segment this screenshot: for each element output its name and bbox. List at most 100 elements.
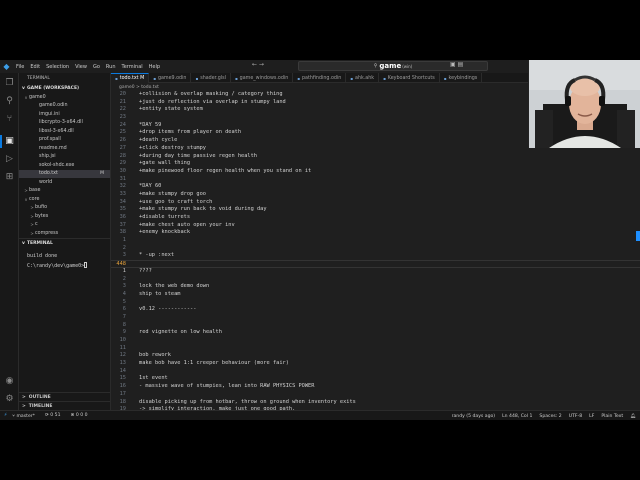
extensions-icon[interactable]: ⊞ <box>3 171 16 184</box>
menu-item-run[interactable]: Run <box>103 64 119 70</box>
layout-controls[interactable]: ▣ ▤ <box>450 61 463 68</box>
code-line[interactable]: 36 +disable turrets <box>111 214 640 222</box>
encoding[interactable]: UTF-8 <box>569 414 582 419</box>
editor-tab[interactable]: ▪ shader.glsl <box>191 73 231 83</box>
account-icon[interactable]: ◉ <box>3 375 16 388</box>
git-blame[interactable]: randy (5 days ago) <box>452 414 496 419</box>
menu-item-terminal[interactable]: Terminal <box>119 64 146 70</box>
tree-item[interactable]: imgui.ini <box>19 110 110 119</box>
editor-tab[interactable]: ▪ game_windows.odin <box>231 73 294 83</box>
tree-item[interactable]: > compress <box>19 229 110 238</box>
menu-item-file[interactable]: File <box>13 64 27 70</box>
editor-tab[interactable]: ▪ pathfinding.odin <box>293 73 347 83</box>
menu-item-view[interactable]: View <box>72 64 90 70</box>
menu-item-selection[interactable]: Selection <box>43 64 72 70</box>
outline-section[interactable]: > OUTLINE <box>19 392 110 401</box>
run-debug-icon[interactable]: ▷ <box>3 153 16 166</box>
code-line[interactable]: 448 <box>111 260 640 268</box>
nav-arrows[interactable]: ← → <box>252 61 264 68</box>
tree-item[interactable]: > bufio <box>19 204 110 213</box>
editor-tab[interactable]: ▪ game9.odin <box>149 73 192 83</box>
code-line[interactable]: 1 <box>111 237 640 245</box>
menu-item-help[interactable]: Help <box>146 64 163 70</box>
code-line[interactable]: 34 +use goo to craft torch <box>111 199 640 207</box>
tree-item[interactable]: > base <box>19 187 110 196</box>
tree-item[interactable]: todo.txt M <box>19 169 110 178</box>
editor-tab[interactable]: ▪ todo.txt M <box>111 73 150 83</box>
terminal-panel-header[interactable]: v TERMINAL <box>19 239 110 248</box>
code-line[interactable]: 16 - massive wave of stumpies, lean into … <box>111 383 640 391</box>
code-line[interactable]: 13 make bob have 1:1 creeper behaviour (m… <box>111 360 640 368</box>
tree-item-label: readme.md <box>39 145 67 151</box>
terminal-prompt[interactable]: C:\randy\dev\game0> <box>27 261 102 271</box>
code-line[interactable]: 6 v0.12 ------------ <box>111 306 640 314</box>
explorer-icon[interactable]: ❐ <box>3 77 16 90</box>
code-line[interactable]: 4 ship to steam <box>111 291 640 299</box>
tree-item[interactable]: libcrypto-3-x64.dll <box>19 119 110 128</box>
terminal-output[interactable]: build done C:\randy\dev\game0> <box>19 248 110 274</box>
code-line[interactable]: 29 +gate wall thing <box>111 160 640 168</box>
code-line[interactable]: 5 <box>111 299 640 307</box>
tree-item[interactable]: sokol-shdc.exe <box>19 161 110 170</box>
tree-item-label: base <box>29 188 41 194</box>
code-line[interactable]: 3 lock the web demo down <box>111 283 640 291</box>
scrollbar-thumb[interactable] <box>636 231 640 241</box>
code-line[interactable]: 32 *DAY 60 <box>111 183 640 191</box>
editor-tab[interactable]: ▪ ahk.ahk <box>346 73 380 83</box>
code-line[interactable]: 1???? <box>111 268 640 276</box>
bell-icon[interactable]: 🔔︎ <box>630 414 636 419</box>
code-line[interactable]: 7 <box>111 314 640 322</box>
tree-item[interactable]: readme.md <box>19 144 110 153</box>
tree-item[interactable]: libssl-3-x64.dll <box>19 127 110 136</box>
cursor-position[interactable]: Ln 448, Col 1 <box>502 414 532 419</box>
tree-item[interactable]: game0.odin <box>19 102 110 111</box>
editor-tab[interactable]: ▪ Keyboard Shortcuts <box>379 73 440 83</box>
menu-item-edit[interactable]: Edit <box>27 64 43 70</box>
code-line[interactable]: 2 <box>111 276 640 284</box>
timeline-section[interactable]: > TIMELINE <box>19 401 110 410</box>
tree-item[interactable]: v core <box>19 195 110 204</box>
source-control-icon[interactable]: ⑂ <box>3 113 16 126</box>
code-line[interactable]: 37 +make chest auto open your inv <box>111 222 640 230</box>
tree-item[interactable]: v game0 <box>19 93 110 102</box>
code-line[interactable]: 35 +make stumpy run back to void during d… <box>111 206 640 214</box>
settings-gear-icon[interactable]: ⚙ <box>3 393 16 406</box>
code-line[interactable]: 10 <box>111 337 640 345</box>
line-text: disable picking up from hotbar, throw on… <box>139 398 356 405</box>
tree-item[interactable]: world <box>19 178 110 187</box>
problems-status[interactable]: ⊗ 0 0 0 <box>71 413 93 418</box>
code-line[interactable]: 30 +make pinewood floor regen health when… <box>111 168 640 176</box>
terminal-icon[interactable]: ▣ <box>3 135 16 148</box>
code-line[interactable]: 9 red vignette on low health <box>111 329 640 337</box>
code-line[interactable]: 31 <box>111 176 640 184</box>
code-line[interactable]: 11 <box>111 345 640 353</box>
code-line[interactable]: 15 1st event <box>111 375 640 383</box>
remote-icon[interactable]: ⚡ <box>4 413 7 418</box>
sync-status[interactable]: ⟳ 0 51 <box>45 413 66 418</box>
search-icon[interactable]: ⚲ <box>3 95 16 108</box>
code-line[interactable]: 2 <box>111 245 640 253</box>
tree-item[interactable]: > c <box>19 221 110 230</box>
workspace-header[interactable]: v GAME (WORKSPACE) <box>19 84 110 93</box>
menu-item-go[interactable]: Go <box>90 64 103 70</box>
code-line[interactable]: 28 +during day time passive regen health <box>111 153 640 161</box>
tab-label: ahk.ahk <box>355 75 375 81</box>
code-line[interactable]: 8 <box>111 322 640 330</box>
tree-item[interactable]: ship.jsi <box>19 153 110 162</box>
code-line[interactable]: 38 +enemy knockback <box>111 229 640 237</box>
code-line[interactable]: 3 * -up :next <box>111 252 640 260</box>
line-number: 31 <box>119 175 126 182</box>
code-line[interactable]: 14 <box>111 368 640 376</box>
code-line[interactable]: 33 +make stumpy drop goo <box>111 191 640 199</box>
code-line[interactable]: 12 bob rework <box>111 352 640 360</box>
indent-setting[interactable]: Spaces: 2 <box>539 414 561 419</box>
editor-tab[interactable]: ▪ keybindings <box>440 73 483 83</box>
tree-item[interactable]: > bytes <box>19 212 110 221</box>
outline-title: OUTLINE <box>28 394 51 400</box>
language-mode[interactable]: Plain Text <box>601 414 623 419</box>
tree-item[interactable]: prof.spall <box>19 136 110 145</box>
git-branch[interactable]: ⑂ master* <box>12 413 40 419</box>
code-line[interactable]: 18 disable picking up from hotbar, throw … <box>111 399 640 407</box>
code-line[interactable]: 17 <box>111 391 640 399</box>
line-ending[interactable]: LF <box>589 414 594 419</box>
